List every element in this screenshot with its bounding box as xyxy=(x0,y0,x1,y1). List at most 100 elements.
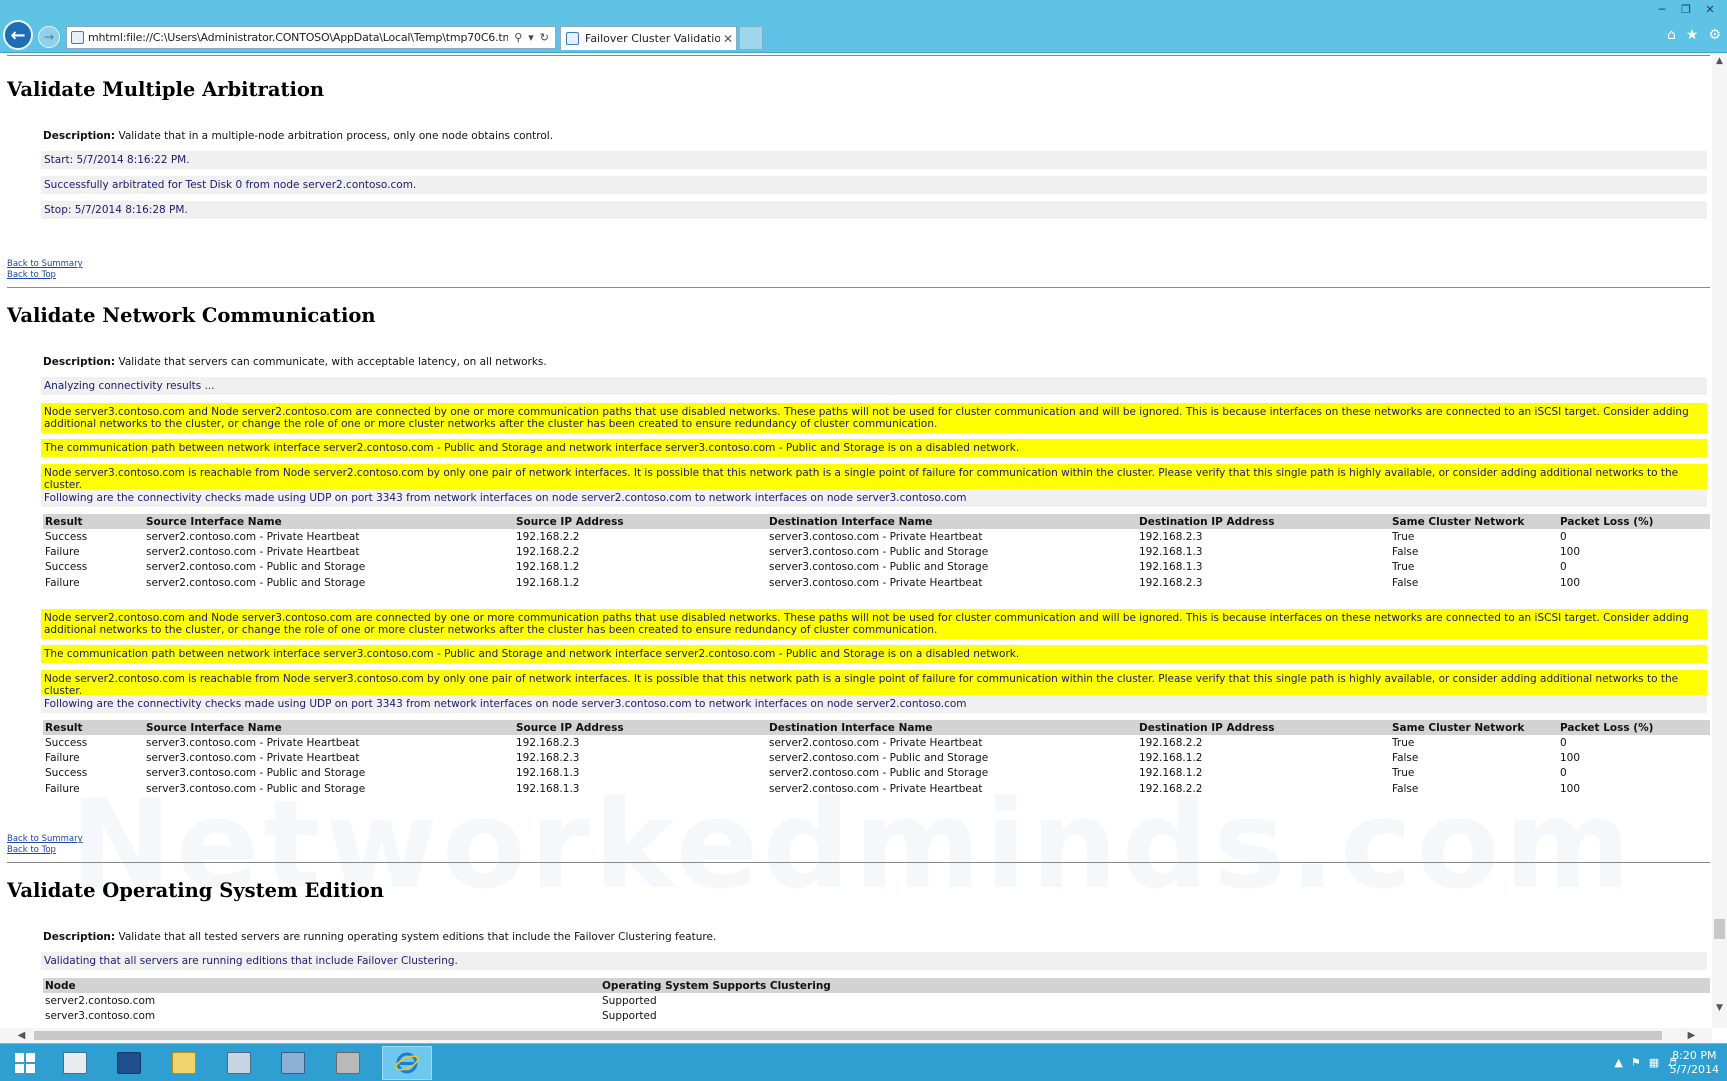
description-text: Validate that servers can communicate, w… xyxy=(115,356,547,368)
table-cell: 192.168.1.2 xyxy=(516,576,580,589)
forward-button[interactable]: → xyxy=(38,26,60,48)
table-cell: 0 xyxy=(1560,561,1567,574)
horizontal-scrollbar[interactable]: ◀ ▶ xyxy=(0,1028,1712,1043)
description-label: Description: xyxy=(43,356,116,368)
address-bar[interactable]: mhtml:file://C:\Users\Administrator.CONT… xyxy=(66,26,556,49)
table-cell: 0 xyxy=(1560,767,1567,780)
back-button[interactable]: ← xyxy=(3,20,33,50)
section-title-network: Validate Network Communication xyxy=(7,304,376,327)
table-cell: server2.contoso.com - Private Heartbeat xyxy=(146,530,360,543)
computer-management-icon xyxy=(227,1052,251,1074)
page-icon xyxy=(71,31,84,44)
table-cell: Success xyxy=(45,530,88,543)
taskbar-failover-cluster-manager[interactable] xyxy=(323,1046,373,1080)
warning-message: Node server3.contoso.com and Node server… xyxy=(41,403,1707,433)
column-header: Same Cluster Network xyxy=(1390,514,1558,529)
table-cell: server3.contoso.com - Private Heartbeat xyxy=(769,576,983,589)
refresh-icon[interactable]: ↻ xyxy=(540,31,549,44)
section-title-os: Validate Operating System Edition xyxy=(7,879,384,902)
table-header-row: Result Source Interface Name Source IP A… xyxy=(43,720,1710,735)
taskbar-computer-management[interactable] xyxy=(214,1046,264,1080)
table-cell: 0 xyxy=(1560,530,1567,543)
taskbar-internet-explorer[interactable] xyxy=(382,1046,432,1080)
table-row: Success server3.contoso.com - Private He… xyxy=(43,735,1710,750)
table-cell: 192.168.1.2 xyxy=(1139,767,1203,780)
start-button[interactable] xyxy=(0,1046,50,1080)
divider xyxy=(7,862,1710,863)
settings-gear-icon[interactable]: ⚙ xyxy=(1708,27,1721,43)
action-center-flag-icon[interactable]: ⚑ xyxy=(1631,1056,1641,1069)
table-cell: True xyxy=(1392,767,1415,780)
new-tab-button[interactable] xyxy=(739,26,763,50)
warning-message: Node server2.contoso.com and Node server… xyxy=(41,609,1707,639)
description-network: Description: Validate that servers can c… xyxy=(43,356,547,368)
show-hidden-icons-icon[interactable]: ▲ xyxy=(1614,1056,1622,1069)
table-cell: 192.168.1.3 xyxy=(516,767,580,780)
scroll-right-icon[interactable]: ▶ xyxy=(1684,1028,1699,1043)
table-cell: Supported xyxy=(602,994,657,1007)
tab-title: Failover Cluster Validation ... xyxy=(585,32,720,45)
column-header: Packet Loss (%) xyxy=(1558,514,1710,529)
table-row: server2.contoso.com Supported xyxy=(43,993,1710,1008)
taskbar-file-explorer[interactable] xyxy=(159,1046,209,1080)
table-cell: Success xyxy=(45,736,88,749)
table-cell: Failure xyxy=(45,546,80,559)
url-text[interactable]: mhtml:file://C:\Users\Administrator.CONT… xyxy=(88,31,508,44)
taskbar-powershell[interactable] xyxy=(104,1046,154,1080)
column-header: Node xyxy=(43,978,600,993)
back-to-summary-link[interactable]: Back to Summary xyxy=(7,259,83,269)
table-cell: Supported xyxy=(602,1010,657,1023)
table-row: Success server2.contoso.com - Public and… xyxy=(43,560,1710,575)
scroll-down-icon[interactable]: ▼ xyxy=(1712,1001,1727,1016)
scroll-thumb[interactable] xyxy=(34,1031,1662,1040)
scroll-thumb[interactable] xyxy=(1714,919,1725,939)
table-cell: server2.contoso.com - Public and Storage xyxy=(769,752,989,765)
tab-close-icon[interactable]: ✕ xyxy=(720,32,736,46)
back-to-top-link[interactable]: Back to Top xyxy=(7,270,56,280)
page-content: Networkedminds.com Validate Multiple Arb… xyxy=(0,54,1710,1028)
restore-icon[interactable]: ❐ xyxy=(1675,1,1697,17)
back-to-top-link[interactable]: Back to Top xyxy=(7,845,56,855)
table-cell: server3.contoso.com - Private Heartbeat xyxy=(146,752,360,765)
table-cell: 192.168.1.3 xyxy=(1139,561,1203,574)
description-text: Validate that in a multiple-node arbitra… xyxy=(115,130,554,142)
table-cell: 192.168.1.3 xyxy=(1139,546,1203,559)
search-icon[interactable]: ⚲ xyxy=(514,31,522,44)
taskbar-network-tool[interactable] xyxy=(268,1046,318,1080)
table-cell: 100 xyxy=(1560,576,1581,589)
message-row: Start: 5/7/2014 8:16:22 PM. xyxy=(41,151,1707,169)
taskbar-server-manager[interactable] xyxy=(50,1046,100,1080)
table-cell: server3.contoso.com - Public and Storage xyxy=(769,561,989,574)
vertical-scrollbar[interactable]: ▲ ▼ xyxy=(1712,54,1727,1028)
table-header-row: Node Operating System Supports Clusterin… xyxy=(43,978,1710,993)
table-cell: 192.168.2.3 xyxy=(1139,576,1203,589)
os-table: Node Operating System Supports Clusterin… xyxy=(43,978,1710,1024)
os-message: Validating that all servers are running … xyxy=(41,952,1707,970)
table-cell: True xyxy=(1392,561,1415,574)
table-cell: Failure xyxy=(45,576,80,589)
column-header: Destination Interface Name xyxy=(767,514,1137,529)
table-cell: 100 xyxy=(1560,782,1581,795)
scroll-up-icon[interactable]: ▲ xyxy=(1712,54,1727,69)
back-to-summary-link[interactable]: Back to Summary xyxy=(7,834,83,844)
network-status-icon[interactable]: ▦ xyxy=(1649,1056,1659,1069)
column-header: Source Interface Name xyxy=(144,720,514,735)
close-icon[interactable]: ✕ xyxy=(1699,1,1721,17)
internet-explorer-icon xyxy=(395,1052,419,1074)
warning-message: The communication path between network i… xyxy=(41,645,1707,663)
minimize-icon[interactable]: ─ xyxy=(1651,1,1673,17)
cluster-manager-icon xyxy=(336,1052,360,1074)
browser-tab[interactable]: Failover Cluster Validation ... ✕ xyxy=(560,26,737,50)
favorites-star-icon[interactable]: ★ xyxy=(1686,27,1699,43)
table-cell: 192.168.1.2 xyxy=(1139,752,1203,765)
home-icon[interactable]: ⌂ xyxy=(1667,27,1676,43)
system-clock[interactable]: 8:20 PM 5/7/2014 xyxy=(1670,1049,1719,1077)
table-cell: 192.168.2.3 xyxy=(516,736,580,749)
dropdown-icon[interactable]: ▾ xyxy=(528,31,534,44)
connectivity-table-2: Result Source Interface Name Source IP A… xyxy=(43,720,1710,797)
table-cell: False xyxy=(1392,576,1419,589)
table-cell: False xyxy=(1392,782,1419,795)
analyzing-message: Analyzing connectivity results ... xyxy=(41,377,1707,395)
scroll-left-icon[interactable]: ◀ xyxy=(14,1028,29,1043)
column-header: Same Cluster Network xyxy=(1390,720,1558,735)
